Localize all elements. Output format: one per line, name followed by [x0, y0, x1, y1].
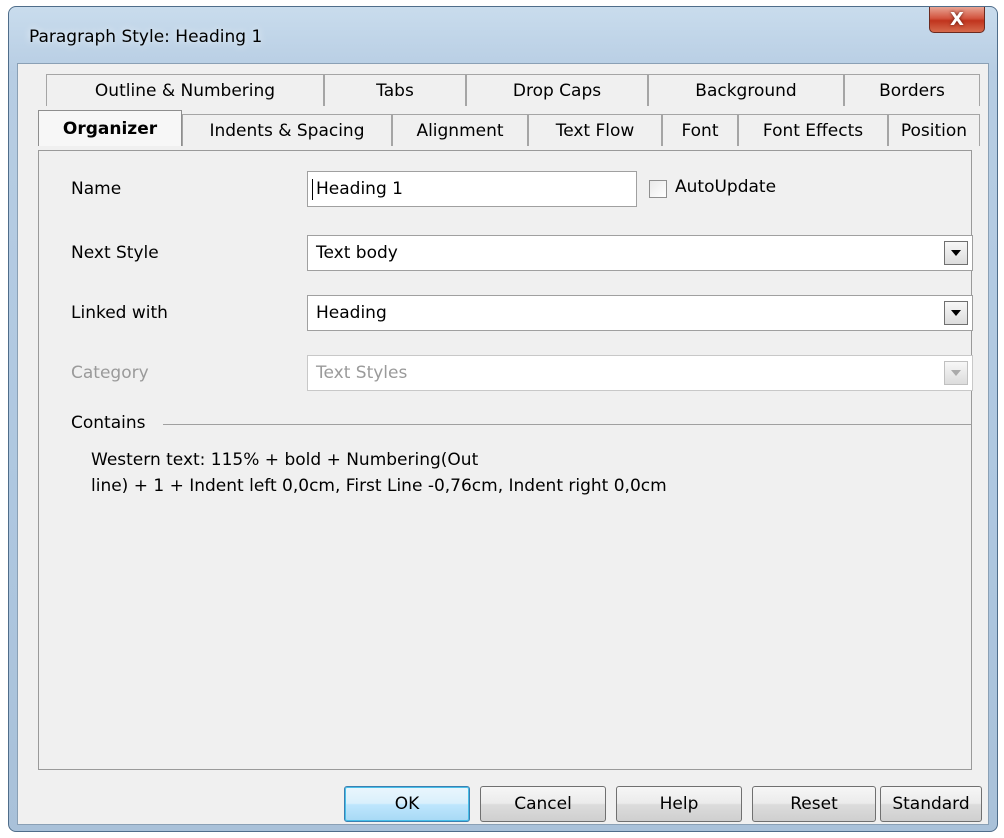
tab-position[interactable]: Position	[888, 114, 980, 146]
cancel-button-label: Cancel	[514, 794, 572, 814]
window-title: Paragraph Style: Heading 1	[29, 27, 263, 47]
standard-button[interactable]: Standard	[880, 786, 982, 822]
tab-text-flow[interactable]: Text Flow	[528, 114, 662, 146]
linked-with-dropdown-button[interactable]	[944, 301, 968, 325]
ok-button-label: OK	[394, 794, 420, 814]
tab-label: Drop Caps	[512, 80, 602, 101]
next-style-value: Text body	[316, 243, 398, 263]
dialog-window-frame: Paragraph Style: Heading 1 X Outline & N…	[8, 6, 998, 832]
contains-label: Contains	[71, 413, 146, 433]
tab-label: Tabs	[376, 80, 414, 101]
category-value: Text Styles	[316, 363, 408, 383]
category-dropdown-button	[944, 361, 968, 385]
tab-drop-caps[interactable]: Drop Caps	[466, 74, 648, 106]
contains-line-1: Western text: 115% + bold + Numbering(Ou…	[91, 450, 479, 470]
chevron-down-icon	[951, 310, 961, 316]
tab-tabs[interactable]: Tabs	[324, 74, 466, 106]
autoupdate-label[interactable]: AutoUpdate	[675, 177, 776, 197]
linked-with-select[interactable]: Heading	[307, 295, 973, 331]
tab-label: Organizer	[62, 118, 158, 139]
tab-label: Font Effects	[762, 120, 864, 141]
linked-with-label: Linked with	[71, 303, 168, 323]
linked-with-value: Heading	[316, 303, 387, 323]
reset-button-label: Reset	[790, 794, 838, 814]
organizer-panel: Name Heading 1 AutoUpdate Next Style Tex…	[38, 150, 973, 770]
tab-borders[interactable]: Borders	[844, 74, 980, 106]
name-label-text: Name	[71, 179, 122, 199]
name-input-value: Heading 1	[316, 179, 403, 199]
tab-label: Borders	[879, 80, 945, 101]
autoupdate-checkbox[interactable]	[649, 180, 667, 198]
tab-font[interactable]: Font	[662, 114, 738, 146]
dialog-client-area: Outline & Numbering Tabs Drop Caps Backg…	[17, 63, 989, 825]
tab-label: Indents & Spacing	[209, 120, 365, 141]
tab-organizer[interactable]: Organizer	[38, 110, 182, 146]
tab-label: Alignment	[416, 120, 504, 141]
standard-button-label: Standard	[892, 794, 970, 814]
tab-font-effects[interactable]: Font Effects	[738, 114, 888, 146]
next-style-label: Next Style	[71, 243, 159, 263]
next-style-select[interactable]: Text body	[307, 235, 973, 271]
cancel-button[interactable]: Cancel	[480, 786, 606, 822]
category-select: Text Styles	[307, 355, 973, 391]
close-button[interactable]: X	[929, 7, 985, 33]
title-bar[interactable]: Paragraph Style: Heading 1 X	[9, 7, 997, 69]
help-button-label: Help	[659, 794, 699, 814]
tab-outline-numbering[interactable]: Outline & Numbering	[46, 74, 324, 106]
tab-indents-spacing[interactable]: Indents & Spacing	[182, 114, 392, 146]
next-style-dropdown-button[interactable]	[944, 241, 968, 265]
name-label: Name	[71, 179, 121, 199]
tab-label: Background	[695, 80, 797, 101]
chevron-down-icon	[951, 250, 961, 256]
tab-label: Position	[900, 120, 968, 141]
name-input[interactable]: Heading 1	[307, 171, 637, 207]
help-button[interactable]: Help	[616, 786, 742, 822]
contains-line-2: line) + 1 + Indent left 0,0cm, First Lin…	[91, 476, 667, 496]
contains-separator	[163, 424, 971, 425]
tab-label: Outline & Numbering	[94, 80, 276, 101]
ok-button[interactable]: OK	[344, 786, 470, 822]
tab-alignment[interactable]: Alignment	[392, 114, 528, 146]
tab-label: Font	[681, 120, 719, 141]
text-caret	[312, 179, 313, 200]
category-label: Category	[71, 363, 149, 383]
tab-background[interactable]: Background	[648, 74, 844, 106]
close-icon: X	[950, 9, 964, 30]
chevron-down-icon	[951, 370, 961, 376]
reset-button[interactable]: Reset	[752, 786, 876, 822]
tab-label: Text Flow	[555, 120, 635, 141]
